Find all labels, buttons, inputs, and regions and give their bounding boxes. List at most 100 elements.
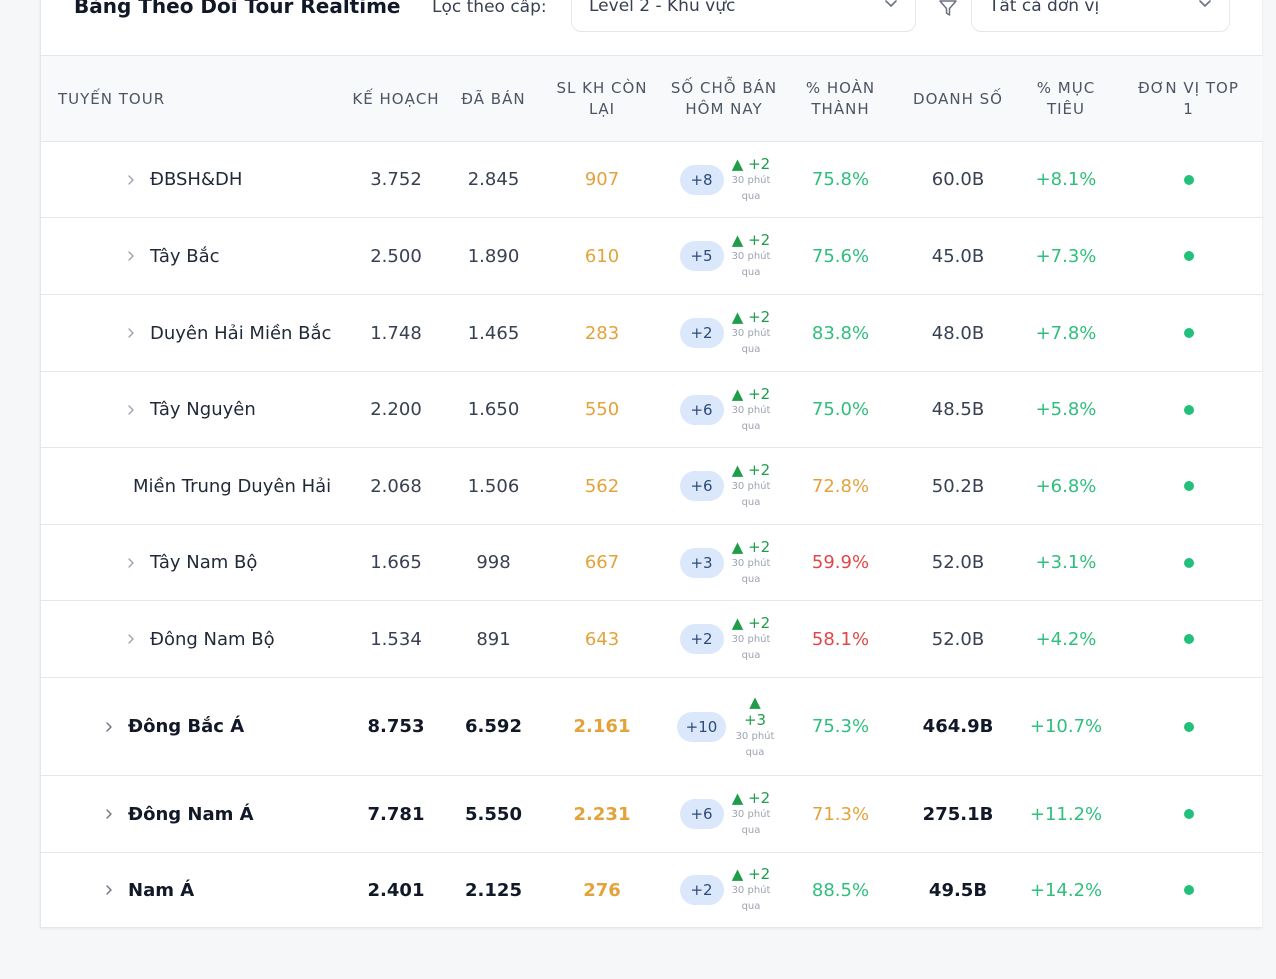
col-top-unit[interactable]: ĐƠN VỊ TOP 1 — [1131, 56, 1246, 142]
route-cell: Duyên Hải Miền Bắc — [126, 295, 351, 371]
top-unit-cell — [1131, 372, 1246, 447]
trend-change: ▲ +2 — [731, 537, 771, 556]
top-unit-cell — [1131, 295, 1246, 371]
table-row[interactable]: Đông Nam Á 7.781 5.550 2.231 +6 ▲ +2 30 … — [41, 776, 1263, 853]
chevron-down-icon — [1199, 0, 1211, 7]
trend-period: 30 phút qua — [731, 557, 771, 585]
today-badge: +6 — [679, 394, 724, 425]
revenue-value: 48.0B — [931, 322, 985, 344]
top-unit-dot — [1183, 328, 1194, 338]
top-unit-cell — [1131, 525, 1246, 600]
revenue-value: 275.1B — [922, 803, 994, 825]
trend-period: 30 phút qua — [731, 885, 771, 912]
today-badge: +5 — [679, 241, 724, 271]
col-route[interactable]: TUYẾN TOUR — [41, 56, 331, 142]
route-cell: Tây Nam Bộ — [126, 525, 351, 600]
top-unit-cell — [1131, 218, 1246, 294]
revenue-value: 45.0B — [931, 245, 985, 267]
sold-value: 1.890 — [467, 245, 520, 267]
remaining-value: 2.161 — [573, 716, 631, 737]
chevron-right-icon[interactable] — [126, 557, 136, 569]
chevron-right-icon[interactable] — [126, 633, 136, 645]
top-unit-dot — [1183, 721, 1194, 732]
col-remaining[interactable]: SL KH CÒN LẠI — [547, 56, 657, 142]
col-plan[interactable]: KẾ HOẠCH — [351, 56, 441, 142]
plan-value: 3.752 — [370, 169, 422, 190]
col-completion[interactable]: % HOÀN THÀNH — [793, 56, 888, 142]
trend-change: ▲ +2 — [731, 614, 771, 632]
revenue-value: 60.0B — [931, 169, 985, 190]
chevron-right-icon[interactable] — [126, 174, 136, 186]
top-unit-dot — [1183, 885, 1194, 895]
route-cell: Tây Bắc — [126, 218, 351, 294]
sold-value: 891 — [476, 628, 511, 650]
col-sold[interactable]: ĐÃ BÁN — [446, 56, 541, 142]
table-row[interactable]: ĐBSH&DH 3.752 2.845 907 +8 ▲ +2 30 phút … — [41, 142, 1263, 218]
completion-value: 58.1% — [811, 628, 870, 650]
chevron-right-icon[interactable] — [126, 327, 136, 339]
col-revenue[interactable]: DOANH SỐ — [903, 56, 1013, 142]
trend-period: 30 phút qua — [731, 174, 771, 202]
chevron-right-icon[interactable] — [126, 250, 136, 262]
top-unit-cell — [1131, 678, 1246, 775]
remaining-value: 276 — [583, 879, 621, 901]
trend-period: 30 phút qua — [731, 809, 771, 836]
trend-change: ▲ +2 — [731, 154, 771, 173]
table-header: TUYẾN TOUR KẾ HOẠCH ĐÃ BÁN SL KH CÒN LẠI… — [41, 56, 1263, 142]
route-name: Nam Á — [128, 879, 195, 901]
trend-period: 30 phút qua — [731, 328, 771, 355]
route-name: Tây Bắc — [150, 245, 220, 267]
sold-value: 2.125 — [465, 879, 522, 901]
plan-value: 1.534 — [370, 628, 422, 650]
route-name: ĐBSH&DH — [150, 169, 243, 190]
plan-value: 8.753 — [367, 716, 425, 737]
table-row[interactable]: Đông Bắc Á 8.753 6.592 2.161 +10 ▲ +3 30… — [41, 678, 1263, 776]
route-name: Duyên Hải Miền Bắc — [150, 322, 332, 344]
trend-indicator: ▲ +2 30 phút qua — [721, 448, 781, 524]
top-unit-dot — [1183, 557, 1194, 568]
remaining-value: 550 — [584, 399, 620, 420]
today-badge: +8 — [679, 164, 724, 195]
table-row[interactable]: Tây Bắc 2.500 1.890 610 +5 ▲ +2 30 phút … — [41, 218, 1263, 295]
revenue-value: 464.9B — [922, 716, 994, 737]
col-target[interactable]: % MỤC TIÊU — [1021, 56, 1111, 142]
route-cell: Miền Trung Duyên Hải — [133, 448, 351, 524]
table-row[interactable]: Đông Nam Bộ 1.534 891 643 +2 ▲ +2 30 phú… — [41, 601, 1263, 678]
remaining-value: 2.231 — [573, 803, 631, 825]
chevron-right-icon[interactable] — [126, 404, 136, 416]
chevron-right-icon[interactable] — [104, 884, 114, 896]
top-unit-cell — [1131, 448, 1246, 524]
table-row[interactable]: Tây Nguyên 2.200 1.650 550 +6 ▲ +2 30 ph… — [41, 372, 1263, 448]
unit-select[interactable]: Tất cả đơn vị — [971, 0, 1230, 32]
target-value: +4.2% — [1035, 628, 1097, 650]
sold-value: 6.592 — [465, 716, 522, 737]
route-name: Đông Bắc Á — [128, 716, 245, 737]
target-value: +7.3% — [1035, 245, 1097, 267]
trend-period: 30 phút qua — [735, 730, 775, 758]
col-today[interactable]: SỐ CHỖ BÁN HÔM NAY — [669, 56, 779, 142]
target-value: +5.8% — [1035, 399, 1097, 420]
trend-change: ▲ +2 — [731, 308, 771, 326]
completion-value: 72.8% — [811, 475, 870, 497]
table-row[interactable]: Nam Á 2.401 2.125 276 +2 ▲ +2 30 phút qu… — [41, 853, 1263, 928]
table-row[interactable]: Tây Nam Bộ 1.665 998 667 +3 ▲ +2 30 phút… — [41, 525, 1263, 601]
completion-value: 88.5% — [811, 879, 870, 901]
chevron-right-icon[interactable] — [104, 808, 114, 820]
top-unit-dot — [1183, 404, 1194, 415]
table-row[interactable]: Miền Trung Duyên Hải 2.068 1.506 562 +6 … — [41, 448, 1263, 525]
sold-value: 1.650 — [467, 399, 520, 420]
trend-indicator: ▲ +2 30 phút qua — [721, 295, 781, 371]
remaining-value: 907 — [584, 169, 620, 190]
plan-value: 1.748 — [370, 322, 422, 344]
top-unit-cell — [1131, 776, 1246, 852]
chevron-right-icon[interactable] — [104, 721, 114, 733]
trend-change: +3 — [743, 710, 767, 729]
level-select[interactable]: Level 2 - Khu vực — [571, 0, 916, 32]
table-row[interactable]: Duyên Hải Miền Bắc 1.748 1.465 283 +2 ▲ … — [41, 295, 1263, 372]
completion-value: 75.8% — [811, 169, 870, 190]
top-unit-cell — [1131, 853, 1246, 927]
route-name: Đông Nam Á — [128, 803, 254, 825]
remaining-value: 610 — [584, 245, 620, 267]
top-unit-cell — [1131, 142, 1246, 217]
trend-indicator: ▲ +2 30 phút qua — [721, 525, 781, 600]
